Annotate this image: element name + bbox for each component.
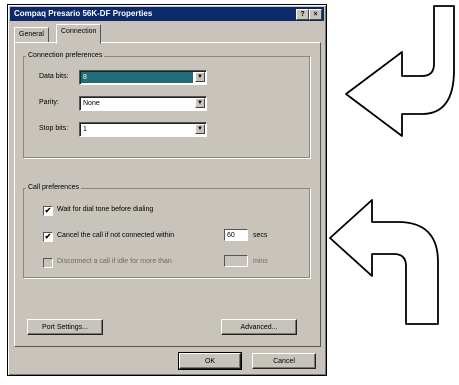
data-bits-value: 8 [83, 74, 87, 81]
connection-tab-panel: Connection preferences Data bits: 8 ▼ Pa… [14, 42, 321, 347]
help-button[interactable]: ? [296, 9, 309, 20]
parity-value: None [83, 100, 100, 107]
tab-general[interactable]: General [14, 27, 49, 43]
ok-button[interactable]: OK [178, 352, 242, 370]
port-settings-button[interactable]: Port Settings... [27, 319, 103, 335]
parity-select[interactable]: None ▼ [79, 96, 207, 111]
call-preferences-label: Call preferences [28, 184, 79, 191]
cancel-call-label: Cancel the call if not connected within [57, 232, 175, 239]
curved-arrow-top-icon [345, 5, 455, 137]
properties-dialog: Compaq Presario 56K-DF Properties ? × Ge… [7, 4, 327, 376]
stop-bits-select[interactable]: 1 ▼ [79, 122, 207, 137]
close-button[interactable]: × [309, 9, 322, 20]
chevron-down-icon[interactable]: ▼ [195, 72, 205, 82]
connection-preferences-label: Connection preferences [28, 52, 103, 59]
cancel-call-unit: secs [253, 232, 268, 239]
tab-connection[interactable]: Connection [56, 24, 102, 44]
chevron-down-icon[interactable]: ▼ [195, 124, 205, 134]
parity-label: Parity: [39, 99, 59, 106]
data-bits-select[interactable]: 8 ▼ [79, 70, 207, 85]
stop-bits-value: 1 [83, 126, 87, 133]
title-bar[interactable]: Compaq Presario 56K-DF Properties ? × [10, 7, 324, 21]
wait-dial-tone-checkbox[interactable]: ✔ [43, 206, 53, 216]
chevron-down-icon[interactable]: ▼ [195, 98, 205, 108]
disconnect-idle-checkbox[interactable] [43, 258, 53, 268]
advanced-button[interactable]: Advanced... [221, 319, 297, 335]
disconnect-idle-unit: mins [253, 258, 268, 265]
wait-dial-tone-label: Wait for dial tone before dialing [57, 206, 154, 213]
data-bits-selection-highlight [81, 72, 193, 83]
cancel-button[interactable]: Cancel [252, 353, 316, 369]
window-title: Compaq Presario 56K-DF Properties [14, 9, 153, 18]
data-bits-label: Data bits: [39, 73, 69, 80]
stop-bits-label: Stop bits: [39, 125, 69, 132]
disconnect-idle-minutes-input[interactable] [224, 255, 248, 267]
curved-arrow-bottom-icon [329, 199, 439, 325]
disconnect-idle-label: Disconnect a call if idle for more than [57, 258, 172, 265]
cancel-call-checkbox[interactable]: ✔ [43, 232, 53, 242]
cancel-call-seconds-input[interactable]: 60 [224, 229, 248, 241]
